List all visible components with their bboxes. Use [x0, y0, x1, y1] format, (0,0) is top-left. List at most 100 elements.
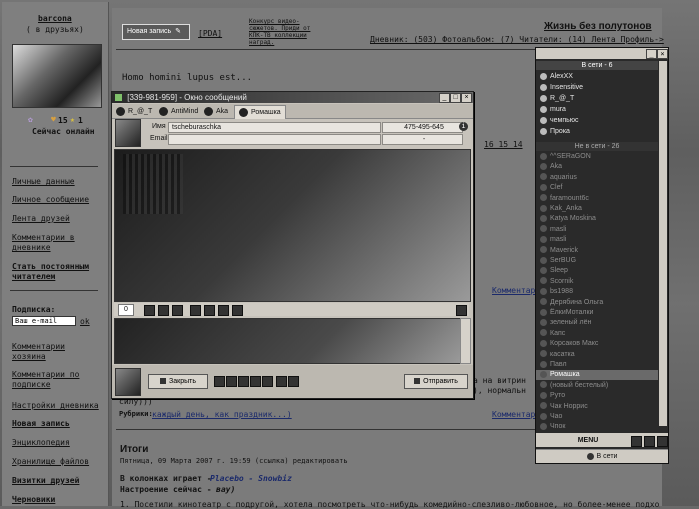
contact-item[interactable]: Чак Норрис — [536, 402, 658, 412]
new-post-button[interactable]: Новая запись ✎ — [122, 24, 190, 40]
contact-item[interactable]: Insensitive — [536, 83, 658, 93]
message-window-titlebar[interactable]: [339-981-959] - Окно сообщений _ □ × — [112, 92, 473, 103]
contact-item[interactable]: Павл — [536, 360, 658, 370]
contact-item[interactable]: bs1988 — [536, 287, 658, 297]
contact-item[interactable]: Прока — [536, 127, 658, 137]
contact-item[interactable]: faramount6c — [536, 194, 658, 204]
contact-item[interactable]: касатка — [536, 350, 658, 360]
bold-icon[interactable] — [232, 305, 243, 316]
avatar[interactable] — [12, 44, 102, 108]
owner-comments-link[interactable]: Комментарии хозяина — [12, 342, 102, 362]
contact-item[interactable]: R_@_T — [536, 94, 658, 104]
tool-icon[interactable] — [288, 376, 299, 387]
tool-icon[interactable] — [276, 376, 287, 387]
color-icon[interactable] — [172, 305, 183, 316]
info-icon[interactable]: i — [459, 122, 468, 131]
smile-icon[interactable] — [144, 305, 155, 316]
tab-antimind[interactable]: AntiMind — [159, 105, 198, 118]
online-group-header[interactable]: В сети - 6 — [536, 61, 658, 70]
contact-item[interactable]: зеленый лён — [536, 318, 658, 328]
encyclopedia-link[interactable]: Энциклопедия — [12, 438, 102, 448]
contact-item[interactable]: masli — [536, 225, 658, 235]
contact-item[interactable]: Чао — [536, 412, 658, 422]
subscription-comments-link[interactable]: Комментарии по подписке — [12, 370, 102, 390]
contact-item[interactable]: SerBUG — [536, 256, 658, 266]
font-icon[interactable] — [158, 305, 169, 316]
contact-item[interactable]: masli — [536, 235, 658, 245]
subscribe-ok-button[interactable]: ok — [80, 317, 90, 326]
quote-icon[interactable] — [214, 376, 225, 387]
contact-item[interactable]: Aka — [536, 162, 658, 172]
contact-item[interactable]: Katya Moskina — [536, 214, 658, 224]
menu-button[interactable]: MENU — [568, 435, 608, 446]
tool-icon[interactable] — [250, 376, 261, 387]
number-field[interactable]: 475-495-645 — [382, 122, 463, 133]
tab-rat[interactable]: R_@_T — [116, 105, 152, 118]
history-icon[interactable] — [204, 305, 215, 316]
minimize-button[interactable]: _ — [439, 93, 450, 103]
rubrics-link[interactable]: каждый день, как праздник...) — [152, 410, 292, 419]
tab-romashka[interactable]: Ромашка — [234, 105, 286, 119]
contact-item[interactable]: Clef — [536, 183, 658, 193]
close-button[interactable]: × — [461, 93, 472, 103]
private-message-link[interactable]: Личное сообщение — [12, 195, 102, 205]
pda-link[interactable]: [PDA] — [198, 29, 222, 38]
become-reader-link[interactable]: Стать постоянным читателем — [12, 262, 102, 282]
chat-history[interactable] — [114, 149, 471, 302]
close-button[interactable]: × — [657, 49, 668, 59]
settings-icon[interactable] — [456, 305, 467, 316]
contact-icon[interactable] — [218, 305, 229, 316]
friend-cards-link[interactable]: Визитки друзей — [12, 476, 102, 486]
contact-item[interactable]: Дерябина Ольга — [536, 298, 658, 308]
add-contact-icon[interactable] — [631, 436, 642, 447]
tool-icon[interactable] — [262, 376, 273, 387]
contact-scrollbar[interactable] — [659, 61, 667, 426]
settings-icon[interactable] — [657, 436, 668, 447]
offline-group-header[interactable]: Не в сети - 26 — [536, 142, 658, 151]
maximize-button[interactable]: □ — [450, 93, 461, 103]
page-numbers[interactable]: 16 15 14 — [484, 140, 523, 149]
contact-item[interactable]: Sleep — [536, 266, 658, 276]
message-input[interactable] — [114, 318, 461, 364]
name-field[interactable]: tscheburaschka — [168, 122, 381, 133]
diary-settings-link[interactable]: Настройки дневника — [12, 401, 102, 411]
personal-data-link[interactable]: Личные данные — [12, 177, 102, 187]
send-button[interactable]: Отправить — [404, 374, 468, 389]
close-window-button[interactable]: Закрыть — [148, 374, 208, 389]
contact-item[interactable]: mura — [536, 105, 658, 115]
contact-item[interactable]: ЁлкиМоталки — [536, 308, 658, 318]
tab-aka[interactable]: Aka — [204, 105, 228, 118]
contact-item[interactable]: Корсаков Макс — [536, 339, 658, 349]
new-post-link[interactable]: Новая запись — [12, 419, 102, 429]
minimize-button[interactable]: _ — [646, 49, 657, 59]
contact-item[interactable]: Ромашка — [536, 370, 658, 381]
contact-item[interactable]: Руто — [536, 391, 658, 401]
search-icon[interactable] — [644, 436, 655, 447]
drafts-link[interactable]: Черновики — [12, 495, 102, 505]
input-scrollbar[interactable] — [460, 318, 471, 364]
contact-item[interactable]: (новый бестелый) — [536, 381, 658, 391]
contact-item[interactable]: Чпок — [536, 422, 658, 432]
tool-icon[interactable] — [226, 376, 237, 387]
contact-item[interactable]: ^^SERaGON — [536, 152, 658, 162]
blog-nav[interactable]: Дневник: (503) Фотоальбом: (7) Читатели:… — [370, 35, 664, 44]
music-value[interactable]: Placebo - Snowbiz — [210, 474, 292, 483]
email-field[interactable] — [168, 134, 381, 145]
contact-item[interactable]: AlexXX — [536, 72, 658, 82]
tool-icon[interactable] — [238, 376, 249, 387]
file-storage-link[interactable]: Хранилище файлов — [12, 457, 102, 467]
file-icon[interactable] — [190, 305, 201, 316]
friends-feed-link[interactable]: Лента друзей — [12, 214, 102, 224]
contact-item[interactable]: чемпьюс — [536, 116, 658, 126]
email-input[interactable] — [12, 316, 76, 326]
contact-item[interactable]: Maverick — [536, 246, 658, 256]
username-link[interactable]: barcona — [38, 14, 72, 23]
contact-item[interactable]: Scornik — [536, 277, 658, 287]
diary-comments-link[interactable]: Комментарии в дневнике — [12, 233, 102, 253]
status-bar[interactable]: В сети — [536, 449, 668, 463]
contact-list-titlebar[interactable]: _ × — [536, 48, 668, 59]
contact-item[interactable]: Капс — [536, 329, 658, 339]
contact-item[interactable]: Kak_Anka — [536, 204, 658, 214]
contest-notice[interactable]: Конкурс видео- сюжетов. Приди от КПК-ТВ … — [249, 18, 310, 46]
contact-item[interactable]: aquarius — [536, 173, 658, 183]
